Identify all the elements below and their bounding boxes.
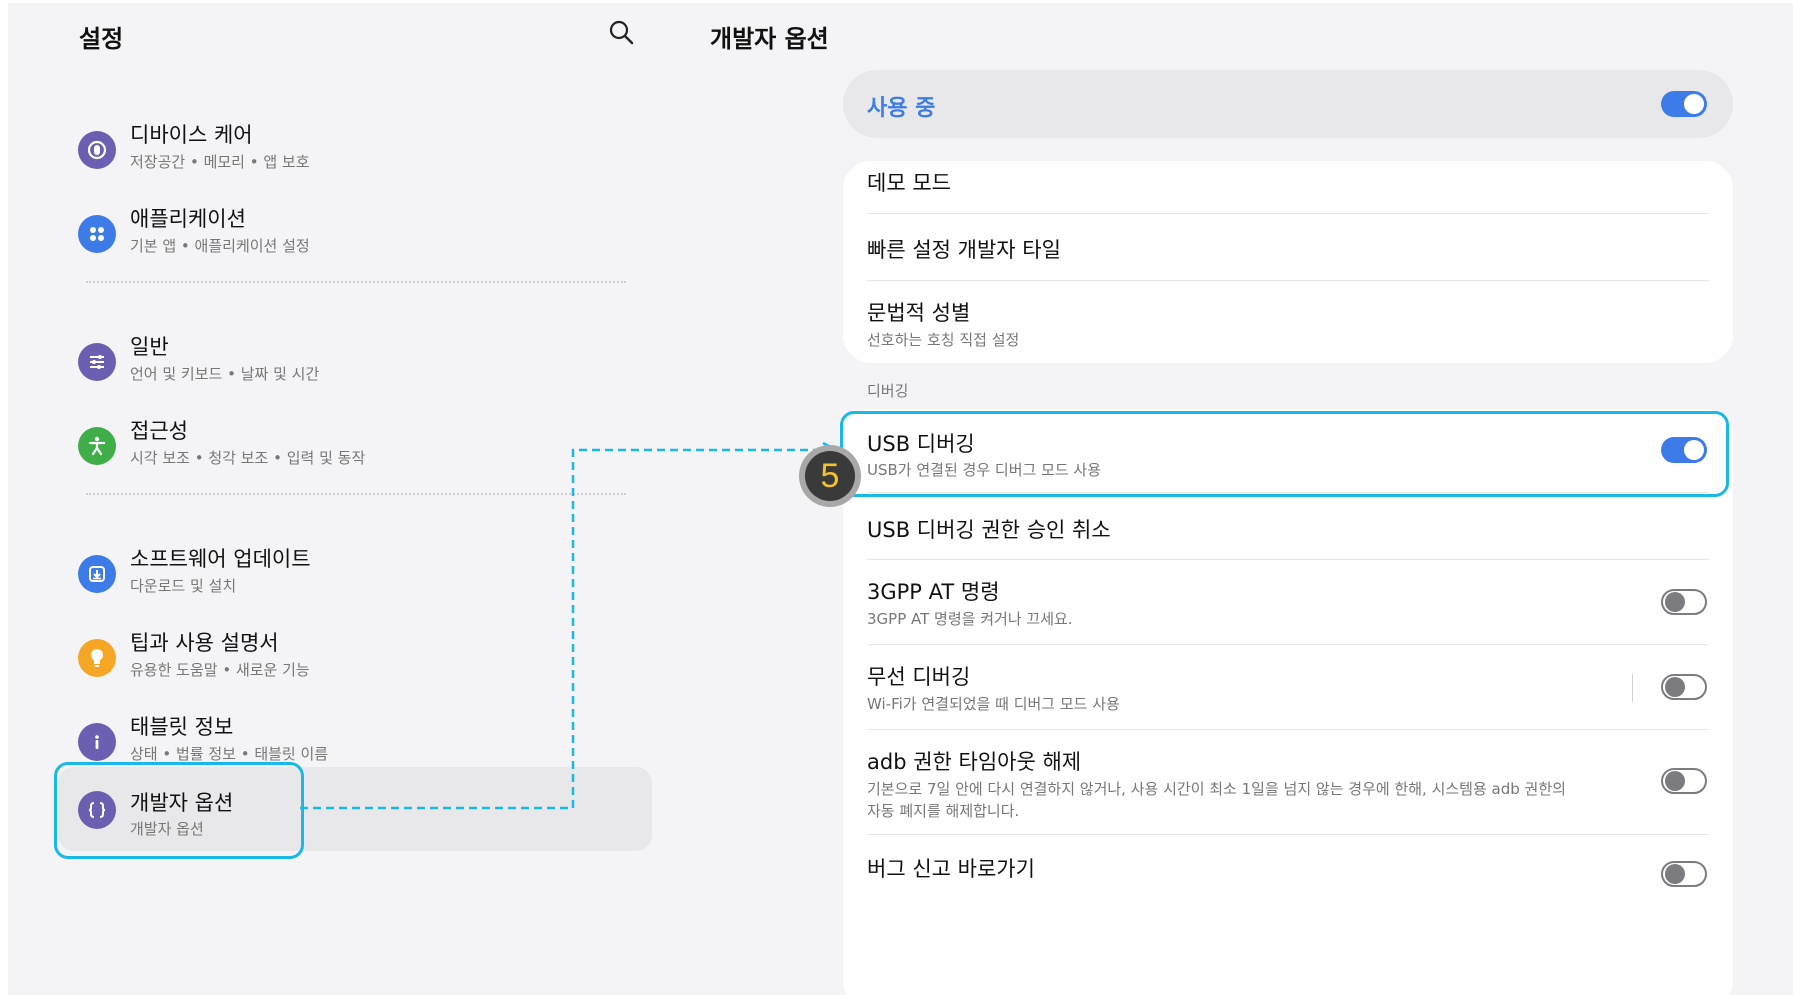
menu-item-tips[interactable]: 팁과 사용 설명서 유용한 도움말 • 새로운 기능	[66, 615, 636, 699]
toggle-knob	[1684, 94, 1704, 114]
menu-item-title: 소프트웨어 업데이트	[130, 547, 311, 571]
item-title: 문법적 성별	[867, 301, 971, 325]
item-title: adb 권한 타임아웃 해제	[867, 750, 1082, 774]
vertical-separator	[1632, 674, 1633, 702]
item-title: 빠른 설정 개발자 타일	[867, 238, 1061, 262]
list-item-3gpp-at-command[interactable]: 3GPP AT 명령 3GPP AT 명령을 켜거나 끄세요.	[867, 560, 1709, 644]
list-item-wireless-debugging[interactable]: 무선 디버깅 Wi-Fi가 연결되었을 때 디버그 모드 사용	[867, 645, 1709, 729]
item-title: 버그 신고 바로가기	[867, 857, 1035, 881]
menu-item-subtitle: 상태 • 법률 정보 • 태블릿 이름	[130, 745, 329, 763]
list-item-quick-settings-tiles[interactable]: 빠른 설정 개발자 타일	[867, 214, 1709, 280]
item-subtitle: 자동 폐지를 해제합니다.	[867, 802, 1020, 820]
item-subtitle: USB가 연결된 경우 디버그 모드 사용	[867, 461, 1102, 479]
menu-item-title: 태블릿 정보	[130, 715, 234, 739]
developer-options-icon	[78, 791, 116, 829]
usb-debugging-toggle[interactable]	[1661, 437, 1707, 463]
master-switch-bar[interactable]: 사용 중	[843, 70, 1733, 138]
accessibility-icon	[78, 427, 116, 465]
settings-app: 설정 디바이스 케어 저장공간 • 메모리 • 앱 보호 애플리케이션 기본 앱…	[8, 3, 1793, 995]
menu-item-subtitle: 유용한 도움말 • 새로운 기능	[130, 661, 310, 679]
toggle-knob	[1665, 864, 1685, 884]
menu-item-subtitle: 다운로드 및 설치	[130, 577, 237, 595]
step-badge: 5	[799, 445, 861, 507]
menu-item-general[interactable]: 일반 언어 및 키보드 • 날짜 및 시간	[66, 319, 636, 403]
menu-item-title: 일반	[130, 335, 169, 359]
master-switch-label: 사용 중	[867, 96, 936, 121]
adb-timeout-toggle[interactable]	[1661, 768, 1707, 794]
menu-item-title: 디바이스 케어	[130, 123, 253, 147]
item-title: USB 디버깅 권한 승인 취소	[867, 518, 1111, 542]
toggle-knob	[1665, 677, 1685, 697]
menu-item-subtitle: 저장공간 • 메모리 • 앱 보호	[130, 153, 310, 171]
list-item-grammatical-gender[interactable]: 문법적 성별 선호하는 호칭 직접 설정	[867, 281, 1709, 363]
search-icon[interactable]	[608, 19, 636, 47]
list-item-adb-timeout[interactable]: adb 권한 타임아웃 해제 기본으로 7일 안에 다시 연결하지 않거나, 사…	[867, 730, 1709, 834]
menu-item-title: 접근성	[130, 419, 188, 443]
menu-item-accessibility[interactable]: 접근성 시각 보조 • 청각 보조 • 입력 및 동작	[66, 403, 636, 487]
section-divider	[86, 281, 626, 283]
3gpp-at-toggle[interactable]	[1661, 589, 1707, 615]
device-care-icon	[78, 131, 116, 169]
tips-icon	[78, 639, 116, 677]
menu-item-subtitle: 기본 앱 • 애플리케이션 설정	[130, 237, 310, 255]
item-title: USB 디버깅	[867, 432, 975, 456]
list-item-bug-report-shortcut[interactable]: 버그 신고 바로가기	[867, 835, 1709, 915]
menu-item-subtitle: 개발자 옵션	[130, 820, 204, 838]
item-subtitle: Wi-Fi가 연결되었을 때 디버그 모드 사용	[867, 695, 1120, 713]
item-title: 무선 디버깅	[867, 665, 971, 689]
menu-item-title: 팁과 사용 설명서	[130, 631, 279, 655]
section-divider	[86, 493, 626, 495]
list-item-usb-debugging[interactable]: USB 디버깅 USB가 연결된 경우 디버그 모드 사용	[867, 409, 1709, 491]
item-subtitle: 3GPP AT 명령을 켜거나 끄세요.	[867, 610, 1073, 628]
menu-item-title: 개발자 옵션	[130, 791, 234, 815]
list-item-demo-mode[interactable]: 데모 모드	[867, 161, 1709, 213]
toggle-knob	[1684, 440, 1704, 460]
step-number: 5	[805, 451, 855, 501]
menu-item-applications[interactable]: 애플리케이션 기본 앱 • 애플리케이션 설정	[66, 191, 636, 275]
master-toggle[interactable]	[1661, 91, 1707, 117]
menu-item-device-care[interactable]: 디바이스 케어 저장공간 • 메모리 • 앱 보호	[66, 107, 636, 191]
toggle-knob	[1665, 592, 1685, 612]
apps-icon	[78, 215, 116, 253]
item-title: 3GPP AT 명령	[867, 580, 1000, 604]
menu-item-developer-options[interactable]: 개발자 옵션 개발자 옵션	[58, 767, 652, 851]
toggle-knob	[1665, 771, 1685, 791]
info-icon	[78, 723, 116, 761]
general-options-card: 데모 모드 빠른 설정 개발자 타일 문법적 성별 선호하는 호칭 직접 설정	[843, 161, 1733, 363]
menu-item-subtitle: 시각 보조 • 청각 보조 • 입력 및 동작	[130, 449, 366, 467]
page-title: 개발자 옵션	[710, 25, 829, 53]
section-header-debugging: 디버깅	[867, 382, 909, 400]
item-title: 데모 모드	[867, 171, 951, 195]
item-subtitle: 선호하는 호칭 직접 설정	[867, 331, 1020, 349]
menu-item-title: 애플리케이션	[130, 207, 246, 231]
wireless-debugging-toggle[interactable]	[1661, 674, 1707, 700]
general-icon	[78, 343, 116, 381]
menu-item-software-update[interactable]: 소프트웨어 업데이트 다운로드 및 설치	[66, 531, 636, 615]
settings-title: 설정	[79, 25, 124, 53]
software-update-icon	[78, 555, 116, 593]
debugging-card: USB 디버깅 USB가 연결된 경우 디버그 모드 사용 USB 디버깅 권한…	[843, 409, 1733, 995]
list-item-revoke-usb-auth[interactable]: USB 디버깅 권한 승인 취소	[867, 493, 1709, 559]
menu-item-subtitle: 언어 및 키보드 • 날짜 및 시간	[130, 365, 320, 383]
item-subtitle: 기본으로 7일 안에 다시 연결하지 않거나, 사용 시간이 최소 1일을 넘지…	[867, 780, 1566, 798]
bug-report-toggle[interactable]	[1661, 861, 1707, 887]
